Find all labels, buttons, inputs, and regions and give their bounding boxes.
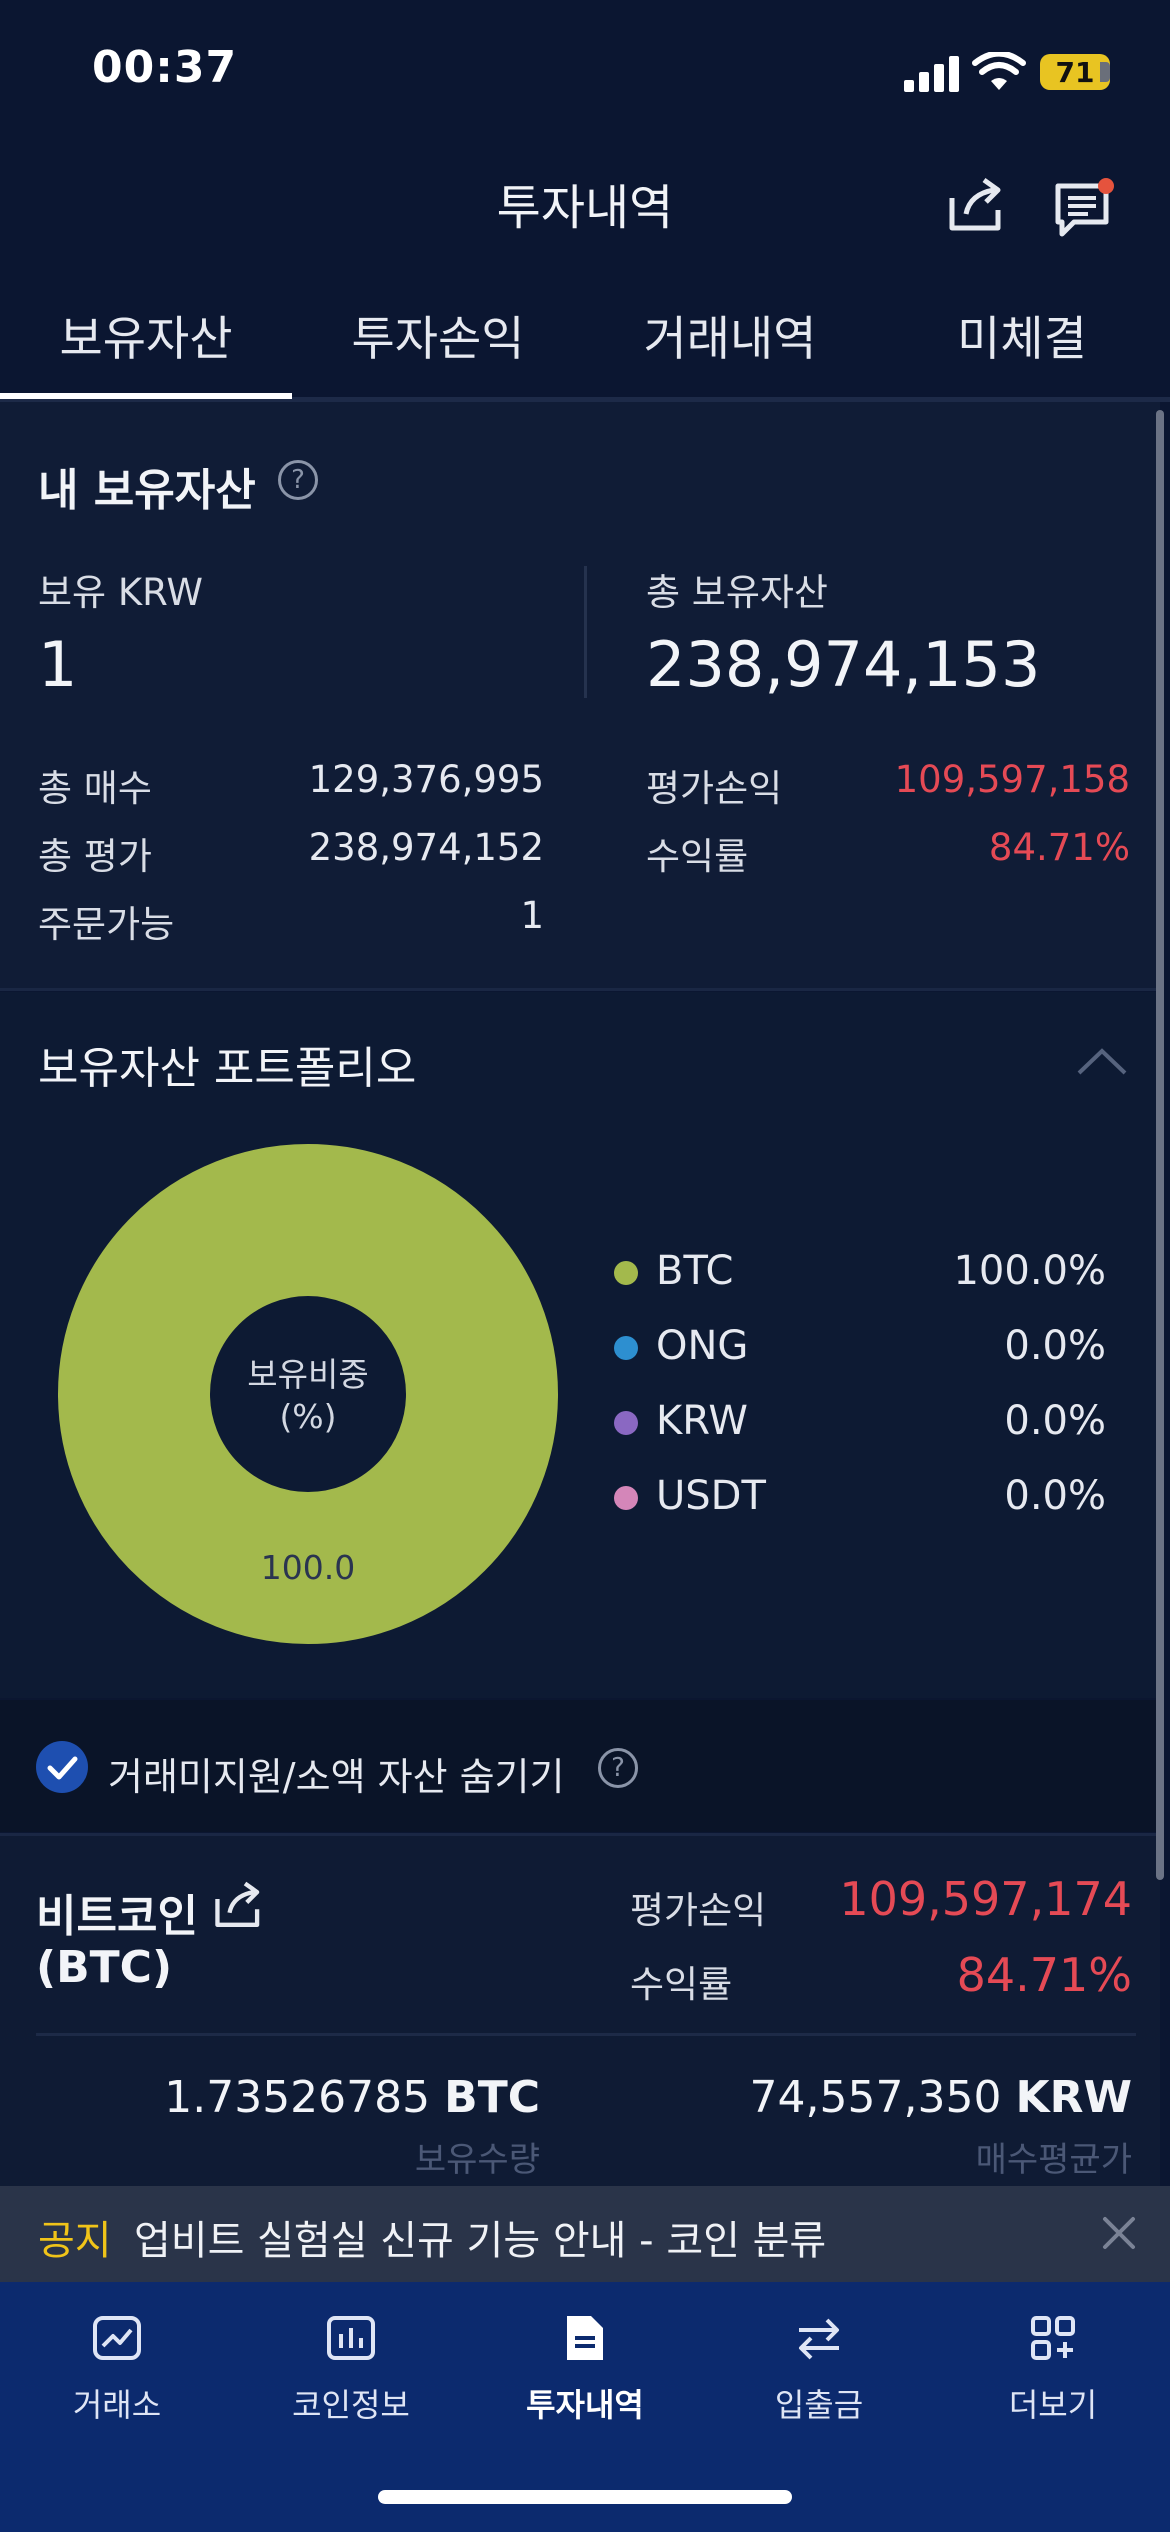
nav-more[interactable]: 더보기 — [936, 2310, 1170, 2426]
chat-icon[interactable] — [1052, 176, 1118, 240]
legend-label-ong: ONG — [656, 1323, 749, 1369]
holding-qty-value: 1.73526785 — [164, 2072, 431, 2123]
battery-tail — [1100, 62, 1110, 82]
nav-coin-info-label: 코인정보 — [292, 2386, 410, 2424]
pnl-value: 109,597,158 — [894, 758, 1130, 801]
holding-qty-caption: 보유수량 — [414, 2140, 540, 2180]
wifi-icon — [972, 52, 1026, 90]
chart-line-icon — [93, 2316, 141, 2360]
separator — [0, 988, 1160, 991]
donut-value-label: 100.0 — [260, 1548, 356, 1587]
legend-dot-krw — [614, 1411, 638, 1435]
coin-pnl-value: 109,597,174 — [839, 1872, 1132, 1926]
avg-price: 74,557,350 KRW — [620, 2072, 1132, 2123]
coin-rate-value: 84.71% — [956, 1948, 1132, 2002]
eval-total-value: 238,974,152 — [308, 826, 544, 869]
document-icon — [567, 2316, 603, 2360]
home-indicator[interactable] — [378, 2490, 792, 2504]
coin-rate-label: 수익률 — [630, 1963, 733, 2006]
transfer-icon — [799, 2318, 839, 2360]
hide-checkbox[interactable] — [36, 1741, 88, 1793]
legend-value-ong: 0.0% — [1004, 1323, 1106, 1369]
legend-label-btc: BTC — [656, 1248, 734, 1294]
nav-exchange[interactable]: 거래소 — [0, 2310, 234, 2426]
app-root: 00:37 71 투자내역 보유자산 투자손익 거래내역 미체결 내 보유자산 … — [0, 0, 1170, 2532]
legend-value-btc: 100.0% — [953, 1248, 1106, 1294]
grid-plus-icon — [1031, 2316, 1075, 2360]
avg-price-value: 74,557,350 — [749, 2072, 1002, 2123]
legend-value-krw: 0.0% — [1004, 1398, 1106, 1444]
nav-coin-info[interactable]: 코인정보 — [234, 2310, 468, 2426]
total-label: 총 보유자산 — [646, 571, 828, 614]
total-value: 238,974,153 — [646, 628, 1041, 701]
avg-price-unit: KRW — [1015, 2072, 1132, 2123]
krw-label: 보유 KRW — [38, 571, 203, 614]
bar-chart-icon — [327, 2316, 375, 2360]
nav-investment[interactable]: 투자내역 — [468, 2310, 702, 2426]
pnl-label: 평가손익 — [646, 767, 783, 810]
close-icon[interactable] — [1102, 2216, 1136, 2250]
portfolio-title: 보유자산 포트폴리오 — [38, 1043, 417, 1094]
holding-qty: 1.73526785 BTC — [60, 2072, 540, 2123]
legend-dot-ong — [614, 1336, 638, 1360]
tab-history[interactable]: 거래내역 — [584, 300, 876, 369]
krw-value: 1 — [38, 628, 78, 701]
signal-icon — [904, 56, 959, 92]
donut-center-line1: 보유비중 — [247, 1355, 369, 1394]
help-icon[interactable]: ? — [278, 460, 318, 500]
column-divider — [584, 566, 587, 698]
legend-dot-btc — [614, 1261, 638, 1285]
tab-active-indicator — [0, 393, 292, 399]
nav-transfer[interactable]: 입출금 — [702, 2310, 936, 2426]
buy-total-value: 129,376,995 — [308, 758, 544, 801]
legend-label-krw: KRW — [656, 1398, 748, 1444]
coin-pnl-label: 평가손익 — [630, 1889, 767, 1932]
buy-total-label: 총 매수 — [38, 767, 152, 810]
coin-name: 비트코인 — [36, 1891, 198, 1942]
coin-share-icon[interactable] — [212, 1880, 266, 1930]
hide-option-label[interactable]: 거래미지원/소액 자산 숨기기 — [108, 1746, 564, 1801]
chevron-up-icon[interactable] — [1076, 1046, 1128, 1076]
nav-transfer-label: 입출금 — [774, 2386, 864, 2424]
tab-profit[interactable]: 투자손익 — [292, 300, 584, 369]
return-rate-label: 수익률 — [646, 835, 749, 878]
orderable-value: 1 — [520, 894, 544, 937]
holding-qty-unit: BTC — [444, 2072, 540, 2123]
check-icon — [47, 1756, 78, 1780]
donut-center-label: 보유비중 (%) — [158, 1354, 458, 1438]
status-time: 00:37 — [92, 42, 238, 93]
return-rate-value: 84.71% — [988, 826, 1130, 869]
coin-card-divider — [36, 2033, 1136, 2036]
donut-center-line2: (%) — [279, 1397, 337, 1436]
notice-label: 공지 — [38, 2218, 112, 2264]
scrollbar[interactable] — [1156, 410, 1164, 1880]
nav-investment-label: 투자내역 — [526, 2386, 644, 2424]
assets-title: 내 보유자산 — [38, 465, 256, 516]
separator — [0, 1833, 1160, 1836]
eval-total-label: 총 평가 — [38, 835, 152, 878]
coin-symbol: (BTC) — [36, 1942, 173, 1993]
legend-label-usdt: USDT — [656, 1473, 766, 1519]
avg-price-caption: 매수평균가 — [975, 2140, 1132, 2180]
orderable-label: 주문가능 — [38, 903, 175, 946]
legend-dot-usdt — [614, 1486, 638, 1510]
nav-more-label: 더보기 — [1008, 2386, 1098, 2424]
hide-help-icon[interactable]: ? — [598, 1748, 638, 1788]
nav-exchange-label: 거래소 — [72, 2386, 162, 2424]
notice-text[interactable]: 업비트 실험실 신규 기능 안내 - 코인 분류 — [134, 2208, 826, 2266]
share-icon[interactable] — [946, 176, 1008, 234]
legend-value-usdt: 0.0% — [1004, 1473, 1106, 1519]
tab-holdings[interactable]: 보유자산 — [0, 300, 292, 369]
tab-pending[interactable]: 미체결 — [876, 300, 1168, 369]
